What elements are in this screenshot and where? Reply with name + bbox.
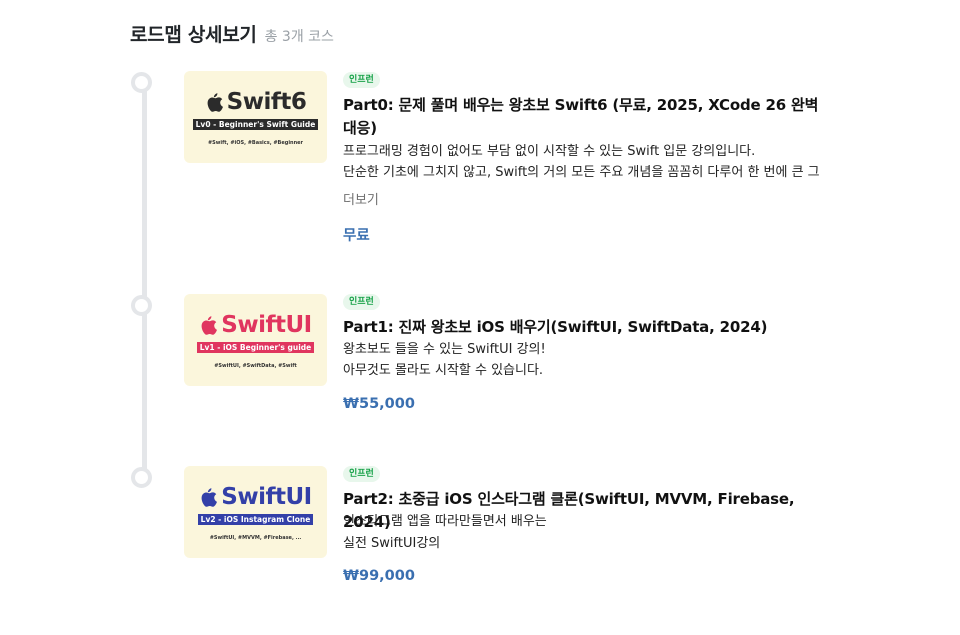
course-thumb-tags: #SwiftUI, #SwiftData, #Swift (214, 362, 297, 369)
course-thumbnail[interactable]: SwiftUI Lv1 - iOS Beginner's guide #Swif… (184, 294, 327, 386)
course-thumb-subtitle: Lv1 - iOS Beginner's guide (196, 341, 315, 353)
course-count: 총 3개 코스 (264, 29, 334, 45)
timeline-node (131, 295, 152, 316)
course-thumb-subtitle: Lv2 - iOS Instagram Clone (197, 513, 314, 525)
course-price: ₩99,000 (343, 568, 415, 584)
more-button[interactable]: 더보기 (343, 189, 379, 208)
course-thumb-tags: #SwiftUI, #MVVM, #Firebase, ... (209, 534, 302, 541)
platform-badge: 인프런 (343, 466, 380, 482)
timeline-line (142, 84, 147, 480)
course-price: ₩55,000 (343, 396, 415, 412)
course-desc-line: 단순한 기초에 그치지 않고, Swift의 거의 모든 주요 개념을 꼼꼼히 … (343, 165, 820, 180)
course-desc-line: 왕초보도 들을 수 있는 SwiftUI 강의! (343, 342, 546, 357)
course-thumbnail[interactable]: Swift6 Lv0 - Beginner's Swift Guide #Swi… (184, 71, 327, 163)
platform-badge: 인프런 (343, 72, 380, 88)
platform-badge: 인프런 (343, 294, 380, 310)
apple-icon (199, 315, 218, 335)
course-logo: Swift6 (205, 89, 307, 115)
course-desc-line: 인스타그램 앱을 따라만들면서 배우는 (343, 514, 547, 529)
course-title[interactable]: Part1: 진짜 왕초보 iOS 배우기(SwiftUI, SwiftData… (343, 316, 823, 339)
course-desc-line: 아무것도 몰라도 시작할 수 있습니다. (343, 363, 544, 378)
page-title: 로드맵 상세보기 (130, 24, 257, 46)
course-logo: SwiftUI (199, 483, 312, 510)
roadmap-header: 로드맵 상세보기 총 3개 코스 (130, 20, 334, 47)
course-logo-text: Swift6 (226, 88, 307, 115)
course-logo-text: SwiftUI (221, 483, 312, 510)
timeline-node (131, 467, 152, 488)
apple-icon (199, 487, 218, 507)
course-title[interactable]: Part0: 문제 풀며 배우는 왕초보 Swift6 (무료, 2025, X… (343, 94, 823, 140)
course-thumbnail[interactable]: SwiftUI Lv2 - iOS Instagram Clone #Swift… (184, 466, 327, 558)
course-desc-line: 실전 SwiftUI강의 (343, 536, 441, 551)
course-logo-text: SwiftUI (221, 311, 312, 338)
course-desc-line: 프로그래밍 경험이 없어도 부담 없이 시작할 수 있는 Swift 입문 강의… (343, 144, 756, 159)
timeline-node (131, 72, 152, 93)
course-logo: SwiftUI (199, 311, 312, 338)
course-thumb-subtitle: Lv0 - Beginner's Swift Guide (192, 118, 319, 130)
course-price: 무료 (343, 228, 370, 244)
course-thumb-tags: #Swift, #iOS, #Basics, #Beginner (207, 139, 304, 146)
apple-icon (205, 92, 223, 112)
